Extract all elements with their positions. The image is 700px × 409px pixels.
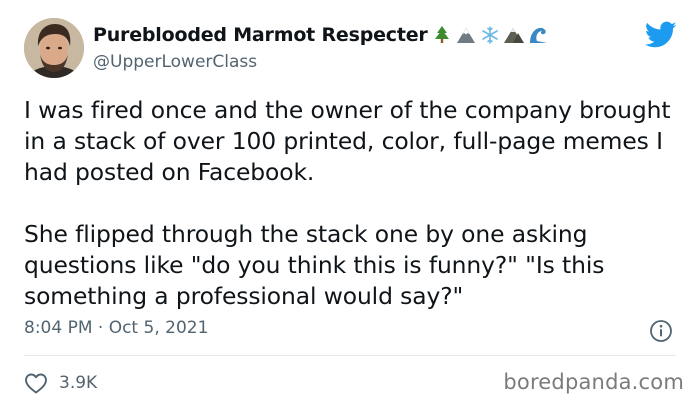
snowflake-icon [480, 25, 500, 45]
divider [24, 355, 676, 356]
avatar[interactable] [24, 18, 84, 78]
snow-capped-mountain-icon [456, 25, 476, 45]
like-button[interactable]: 3.9K [24, 371, 97, 395]
evergreen-tree-icon [432, 25, 452, 45]
watermark: boredpanda.com [503, 370, 684, 394]
tweet-paragraph-2: She flipped through the stack one by one… [24, 220, 612, 310]
like-count: 3.9K [59, 373, 98, 393]
tweet-timestamp[interactable]: 8:04 PM · Oct 5, 2021 [24, 318, 208, 338]
tweet-card: Pureblooded Marmot Respecter @UpperLower… [0, 0, 700, 409]
water-wave-icon [528, 25, 548, 45]
twitter-bird-icon[interactable] [645, 21, 677, 49]
mountain-icon [503, 25, 524, 45]
display-name[interactable]: Pureblooded Marmot Respecter [93, 24, 428, 46]
heart-outline-icon[interactable] [24, 372, 48, 394]
user-handle[interactable]: @UpperLowerClass [93, 52, 257, 72]
author-name-row[interactable]: Pureblooded Marmot Respecter [93, 20, 548, 50]
info-icon[interactable] [649, 319, 673, 343]
tweet-paragraph-1: I was fired once and the owner of the co… [24, 96, 678, 186]
tweet-text: I was fired once and the owner of the co… [24, 95, 674, 312]
